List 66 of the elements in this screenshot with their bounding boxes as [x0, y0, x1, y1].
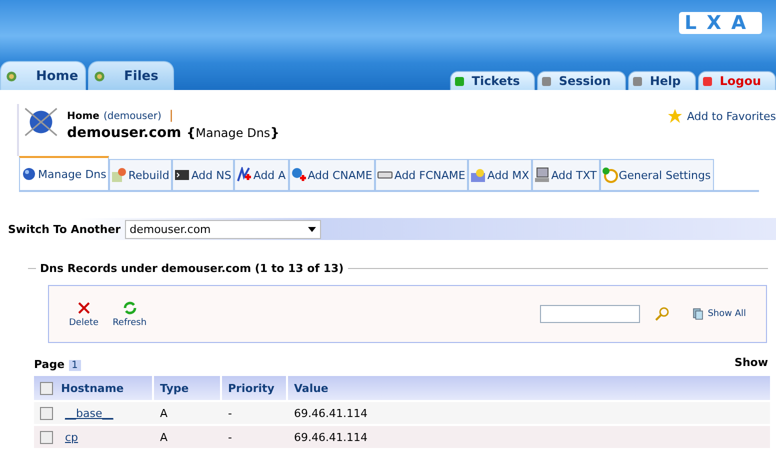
clock-icon — [602, 167, 618, 183]
computer-icon — [534, 167, 550, 183]
domain-select[interactable]: demouser.com — [124, 220, 321, 238]
table-cell-text: 69.46.41.114 — [293, 406, 368, 422]
caret-icon — [308, 226, 316, 232]
favorites-link[interactable]: Add to Favorites — [686, 110, 776, 122]
select-all-checkbox[interactable] — [40, 382, 53, 394]
hostname-link[interactable]: __base__ — [65, 406, 114, 420]
column-header[interactable]: Priority — [222, 376, 286, 400]
toolbar-tab[interactable]: Add MX — [468, 159, 532, 190]
add-icon — [236, 167, 252, 183]
action-button[interactable]: Delete — [69, 300, 99, 328]
column-header[interactable]: Type — [154, 376, 220, 400]
star-icon — [666, 108, 683, 124]
toolbar-tab[interactable]: Add NS — [172, 159, 234, 190]
header-tab[interactable]: Tickets — [450, 71, 535, 90]
tab-icon — [542, 76, 551, 86]
breadcrumb-home[interactable]: Home — [67, 111, 100, 122]
records-legend: Dns Records under demouser.com (1 to 13 of 13) — [40, 262, 344, 275]
main-tab[interactable]: Files — [88, 61, 174, 90]
toolbar-tab[interactable]: Add FCNAME — [375, 159, 468, 190]
column-header[interactable]: Value — [288, 376, 770, 400]
search-field[interactable] — [540, 305, 640, 323]
grid-icon — [470, 167, 486, 183]
page-label: Page — [34, 358, 65, 371]
add-icon — [290, 167, 307, 183]
section-name: Manage Dns — [196, 126, 270, 140]
breadcrumb-user: (demouser) — [103, 111, 162, 122]
brace: } — [270, 126, 280, 141]
logo: LXA — [678, 12, 762, 34]
row-checkbox[interactable] — [40, 430, 53, 444]
switch-label: Switch To Another — [8, 222, 121, 236]
hostname-link[interactable]: cp — [65, 430, 78, 444]
toolbar-tab[interactable]: General Settings — [600, 159, 714, 190]
header-tab[interactable]: Session — [536, 71, 626, 90]
tab-icon — [702, 76, 712, 86]
toolbar-tab[interactable]: Rebuild — [109, 159, 172, 190]
row-checkbox[interactable] — [40, 406, 53, 420]
tab-icon — [632, 76, 642, 86]
table-cell-text: 69.46.41.114 — [293, 430, 368, 446]
table-cell-text: A — [159, 430, 169, 446]
table-cell-text: - — [227, 430, 233, 446]
header-tab[interactable]: Help — [628, 71, 696, 90]
terminal-icon — [174, 167, 190, 183]
main-tab[interactable]: Home — [0, 61, 86, 90]
page-title: demouser.com — [67, 125, 182, 141]
toolbar-tab[interactable]: Add CNAME — [288, 159, 376, 190]
table-cell-text: A — [159, 406, 169, 422]
header-tab[interactable]: Logou — [698, 71, 776, 90]
toolbar-tab[interactable]: Add A — [234, 159, 289, 190]
pages-icon — [692, 308, 704, 320]
toolbar-tab[interactable]: Add TXT — [532, 159, 600, 190]
tab-icon — [454, 76, 464, 86]
breadcrumb-separator: | — [168, 108, 174, 122]
action-button[interactable]: Refresh — [112, 300, 147, 328]
brace: { — [186, 126, 196, 141]
show-label: Show — [734, 356, 768, 369]
toolbar-tab[interactable]: Manage Dns — [19, 156, 110, 190]
refresh-icon — [122, 300, 138, 316]
column-header[interactable]: Hostname — [34, 376, 152, 400]
page-link[interactable]: 1 — [68, 360, 81, 371]
show-all-button[interactable]: Show All — [692, 308, 746, 320]
search-icon — [654, 306, 670, 322]
package-icon — [111, 167, 128, 183]
delete-icon — [76, 300, 92, 316]
table-cell-text: - — [227, 406, 233, 422]
